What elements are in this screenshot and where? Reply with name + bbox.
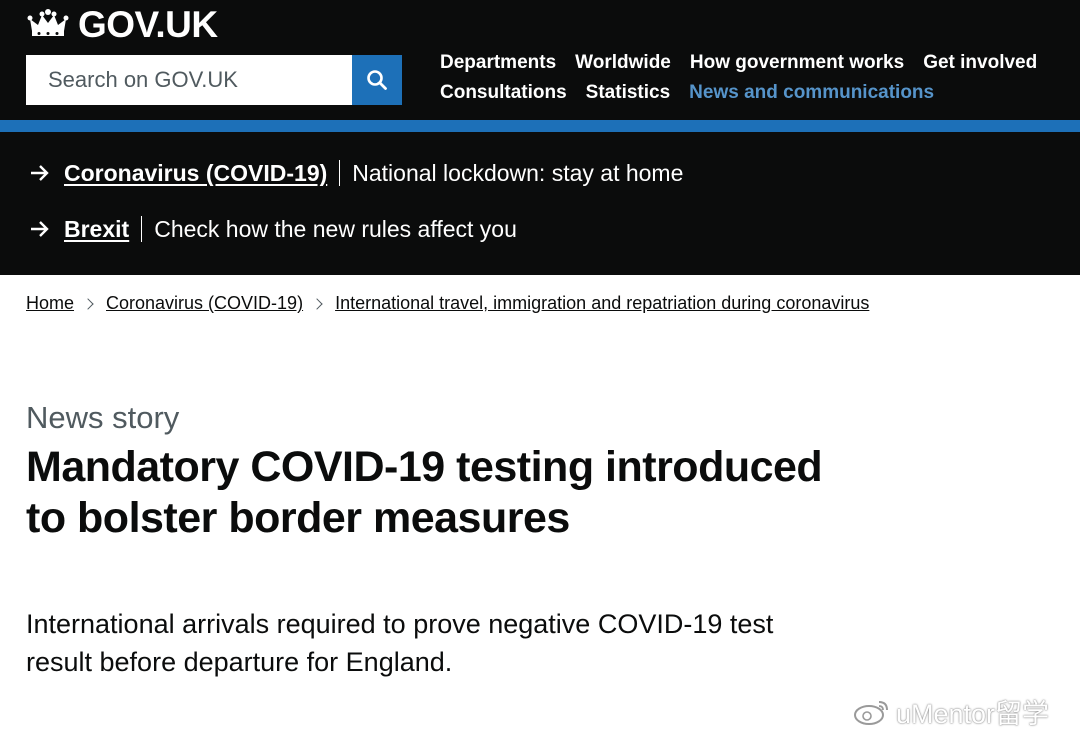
watermark: uMentor留学 bbox=[852, 692, 1049, 731]
header-accent-bar bbox=[0, 120, 1080, 132]
divider bbox=[339, 160, 341, 186]
page-title: Mandatory COVID-19 testing introduced to… bbox=[26, 443, 823, 542]
nav-row: Departments Worldwide How government wor… bbox=[440, 48, 1070, 78]
main-navigation: Departments Worldwide How government wor… bbox=[440, 48, 1070, 108]
banner-text: Check how the new rules affect you bbox=[154, 215, 517, 242]
banner-text: National lockdown: stay at home bbox=[352, 159, 684, 186]
weibo-icon bbox=[854, 700, 888, 725]
nav-row: Consultations Statistics News and commun… bbox=[440, 78, 1070, 108]
crown-icon bbox=[27, 9, 69, 36]
banner-item-brexit: Brexit Check how the new rules affect yo… bbox=[30, 211, 517, 247]
arrow-right-icon bbox=[31, 221, 49, 237]
chevron-right-icon bbox=[311, 297, 323, 310]
site-header: GOV.UK Departments Worldwide How governm… bbox=[0, 0, 1080, 120]
brexit-link[interactable]: Brexit bbox=[64, 216, 129, 243]
lead-paragraph: International arrivals required to prove… bbox=[26, 609, 774, 677]
search-icon bbox=[367, 70, 387, 90]
logo-text: GOV.UK bbox=[78, 4, 218, 45]
nav-link-consultations[interactable]: Consultations bbox=[440, 82, 567, 104]
nav-link-statistics[interactable]: Statistics bbox=[586, 82, 670, 104]
page-caption: News story bbox=[26, 400, 180, 435]
search-form bbox=[26, 55, 402, 105]
nav-link-worldwide[interactable]: Worldwide bbox=[575, 52, 671, 74]
govuk-logo[interactable]: GOV.UK bbox=[26, 4, 218, 45]
breadcrumb: Home Coronavirus (COVID-19) Internationa… bbox=[26, 293, 869, 314]
banner-item-coronavirus: Coronavirus (COVID-19) National lockdown… bbox=[30, 155, 683, 191]
nav-link-how-government-works[interactable]: How government works bbox=[690, 52, 904, 74]
watermark-text: uMentor留学 bbox=[896, 699, 1050, 729]
breadcrumb-coronavirus[interactable]: Coronavirus (COVID-19) bbox=[106, 293, 303, 314]
arrow-right-icon bbox=[31, 165, 49, 181]
nav-link-departments[interactable]: Departments bbox=[440, 52, 556, 74]
chevron-right-icon bbox=[82, 297, 94, 310]
nav-link-news-and-communications[interactable]: News and communications bbox=[689, 82, 934, 104]
breadcrumb-international-travel[interactable]: International travel, immigration and re… bbox=[335, 293, 869, 314]
coronavirus-link[interactable]: Coronavirus (COVID-19) bbox=[64, 160, 327, 187]
divider bbox=[141, 216, 143, 242]
emergency-banner: Coronavirus (COVID-19) National lockdown… bbox=[0, 132, 1080, 275]
breadcrumb-home[interactable]: Home bbox=[26, 293, 74, 314]
search-button[interactable] bbox=[352, 55, 402, 105]
nav-link-get-involved[interactable]: Get involved bbox=[923, 52, 1037, 74]
search-input[interactable] bbox=[26, 55, 352, 105]
